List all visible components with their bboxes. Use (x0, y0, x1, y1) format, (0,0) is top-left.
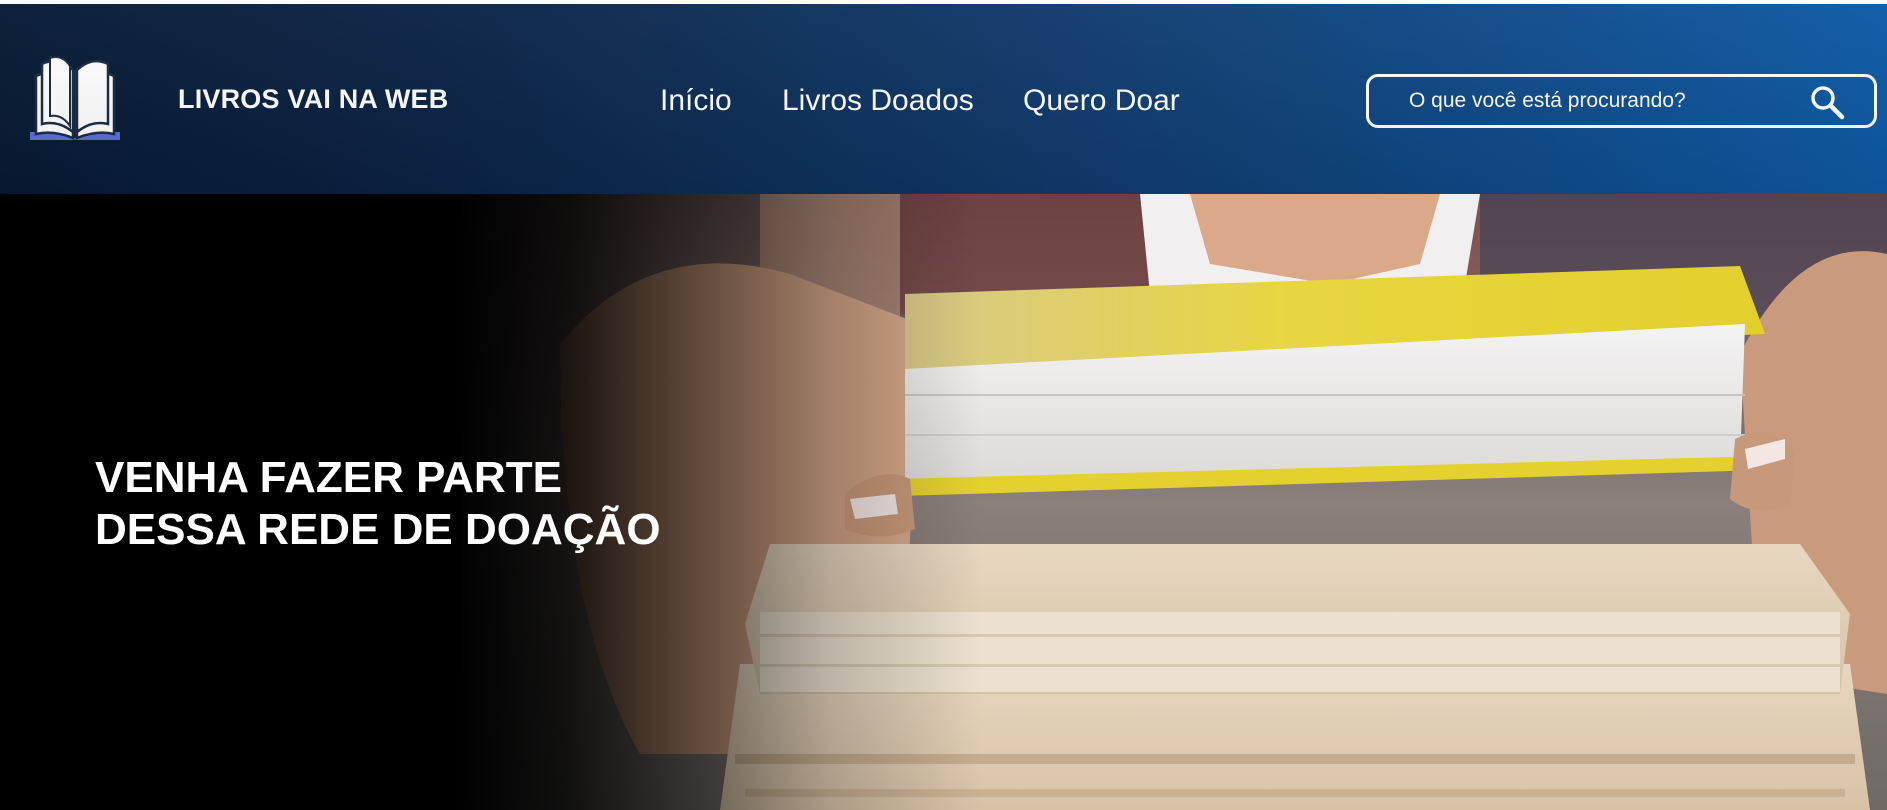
hero-title: VENHA FAZER PARTE DESSA REDE DE DOAÇÃO (95, 452, 715, 556)
open-book-icon (30, 56, 120, 140)
brand-name: LIVROS VAI NA WEB (178, 84, 449, 114)
search-input[interactable] (1409, 86, 1789, 116)
hero-banner: VENHA FAZER PARTE DESSA REDE DE DOAÇÃO (0, 194, 1887, 810)
site-header: LIVROS VAI NA WEB Início Livros Doados Q… (0, 4, 1887, 194)
hero-title-line-2: DESSA REDE DE DOAÇÃO (95, 505, 661, 554)
logo-link[interactable] (28, 54, 123, 149)
search-button[interactable] (1808, 83, 1846, 121)
nav-link-donated-books[interactable]: Livros Doados (782, 84, 974, 118)
nav-link-want-to-donate[interactable]: Quero Doar (1023, 84, 1180, 118)
hero-title-line-1: VENHA FAZER PARTE (95, 453, 562, 502)
search-icon (1811, 86, 1845, 120)
nav-link-home[interactable]: Início (660, 84, 732, 118)
search-box (1366, 74, 1877, 128)
